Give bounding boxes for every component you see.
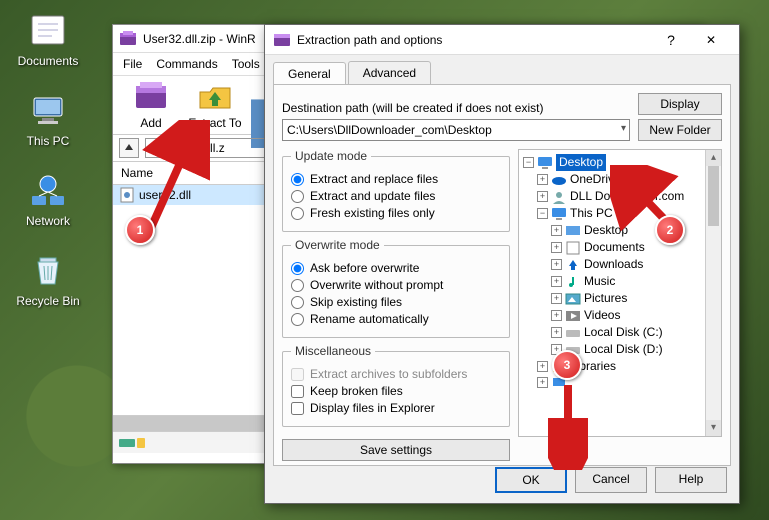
help-titlebar-button[interactable]: ?	[651, 26, 691, 54]
dialog-title: Extraction path and options	[297, 33, 442, 47]
overwrite-opt-noprompt[interactable]: Overwrite without prompt	[291, 278, 501, 292]
expand-icon[interactable]: +	[551, 276, 562, 287]
desktop-label: Recycle Bin	[10, 294, 86, 308]
winrar-icon	[119, 30, 137, 48]
desktop-label: Documents	[10, 54, 86, 68]
update-opt-update[interactable]: Extract and update files	[291, 189, 501, 203]
update-opt-replace[interactable]: Extract and replace files	[291, 172, 501, 186]
overwrite-opt-rename[interactable]: Rename automatically	[291, 312, 501, 326]
tree-pc-music[interactable]: +Music	[523, 273, 721, 290]
toolbar-more	[251, 80, 265, 130]
dialog-tabs: General Advanced	[265, 55, 739, 84]
tree-vertical-scrollbar[interactable]: ▴ ▾	[705, 150, 721, 436]
tree-pc-diskc[interactable]: +Local Disk (C:)	[523, 324, 721, 341]
expand-icon[interactable]: +	[551, 259, 562, 270]
downloads-folder-icon	[565, 258, 581, 272]
scroll-down-icon[interactable]: ▾	[706, 420, 721, 436]
annotation-badge-3: 3	[552, 350, 582, 380]
tree-pc-downloads[interactable]: +Downloads	[523, 256, 721, 273]
overwrite-opt-skip[interactable]: Skip existing files	[291, 295, 501, 309]
expand-icon[interactable]: +	[537, 377, 548, 388]
desktop-icon-thispc[interactable]: This PC	[10, 90, 86, 148]
update-mode-group: Update mode Extract and replace files Ex…	[282, 149, 510, 232]
tab-general[interactable]: General	[273, 62, 346, 85]
disk-icon	[565, 326, 581, 340]
annotation-arrow-3	[548, 380, 588, 470]
user-icon	[551, 190, 567, 204]
dialog-titlebar[interactable]: Extraction path and options ? ✕	[265, 25, 739, 55]
computer-icon	[551, 207, 567, 221]
close-icon: ✕	[706, 33, 716, 47]
expand-icon[interactable]: +	[551, 293, 562, 304]
music-folder-icon	[565, 275, 581, 289]
desktop-icon	[537, 156, 553, 170]
dll-file-icon	[119, 187, 135, 203]
misc-subfolders[interactable]: Extract archives to subfolders	[291, 367, 501, 381]
book-stack-icon	[134, 80, 168, 114]
desktop-folder-icon	[565, 224, 581, 238]
desktop-label: This PC	[10, 134, 86, 148]
destination-path-input[interactable]	[282, 119, 630, 141]
misc-display-explorer[interactable]: Display files in Explorer	[291, 401, 501, 415]
expand-icon[interactable]: +	[551, 310, 562, 321]
overwrite-mode-legend: Overwrite mode	[291, 238, 384, 252]
expand-icon[interactable]: +	[551, 225, 562, 236]
expand-icon[interactable]: +	[537, 191, 548, 202]
up-folder-button[interactable]	[119, 138, 139, 158]
tree-pc-pictures[interactable]: +Pictures	[523, 290, 721, 307]
ok-button[interactable]: OK	[495, 467, 567, 493]
tree-pc-videos[interactable]: +Videos	[523, 307, 721, 324]
annotation-badge-1: 1	[125, 215, 155, 245]
pictures-folder-icon	[565, 292, 581, 306]
expand-icon[interactable]: +	[537, 174, 548, 185]
save-settings-button[interactable]: Save settings	[282, 439, 510, 461]
extraction-dialog: Extraction path and options ? ✕ General …	[264, 24, 740, 504]
expand-icon[interactable]: +	[537, 361, 548, 372]
new-folder-button[interactable]: New Folder	[638, 119, 722, 141]
dialog-icon	[273, 31, 291, 49]
misc-legend: Miscellaneous	[291, 344, 375, 358]
destination-label: Destination path (will be created if doe…	[282, 101, 630, 115]
tab-advanced[interactable]: Advanced	[348, 61, 431, 84]
update-mode-legend: Update mode	[291, 149, 371, 163]
menu-file[interactable]: File	[123, 57, 142, 71]
status-icon	[119, 437, 147, 449]
tree-pc-diskd[interactable]: +Local Disk (D:)	[523, 341, 721, 358]
misc-group: Miscellaneous Extract archives to subfol…	[282, 344, 510, 427]
display-button[interactable]: Display	[638, 93, 722, 115]
menu-commands[interactable]: Commands	[156, 57, 217, 71]
desktop-icon-network[interactable]: Network	[10, 170, 86, 228]
scrollbar-thumb[interactable]	[708, 166, 719, 226]
documents-folder-icon	[565, 241, 581, 255]
cancel-button[interactable]: Cancel	[575, 467, 647, 493]
scroll-up-icon[interactable]: ▴	[706, 150, 721, 166]
misc-keep-broken[interactable]: Keep broken files	[291, 384, 501, 398]
desktop-icon-recycle[interactable]: Recycle Bin	[10, 250, 86, 308]
menu-tools[interactable]: Tools	[232, 57, 260, 71]
expand-icon[interactable]: +	[551, 327, 562, 338]
annotation-badge-2: 2	[655, 215, 685, 245]
help-button[interactable]: Help	[655, 467, 727, 493]
update-opt-fresh[interactable]: Fresh existing files only	[291, 206, 501, 220]
cloud-icon	[551, 173, 567, 187]
chevron-down-icon[interactable]: ▾	[621, 123, 626, 134]
winrar-title: User32.dll.zip - WinR	[143, 32, 256, 46]
videos-folder-icon	[565, 309, 581, 323]
collapse-icon[interactable]: −	[523, 157, 534, 168]
desktop-icon-documents[interactable]: Documents	[10, 10, 86, 68]
close-button[interactable]: ✕	[691, 26, 731, 54]
expand-icon[interactable]: +	[551, 242, 562, 253]
tab-body: Destination path (will be created if doe…	[273, 84, 731, 466]
dialog-buttons: OK Cancel Help	[495, 467, 727, 493]
overwrite-opt-ask[interactable]: Ask before overwrite	[291, 261, 501, 275]
collapse-icon[interactable]: −	[537, 208, 548, 219]
desktop-label: Network	[10, 214, 86, 228]
folder-extract-icon	[198, 80, 232, 114]
overwrite-mode-group: Overwrite mode Ask before overwrite Over…	[282, 238, 510, 338]
